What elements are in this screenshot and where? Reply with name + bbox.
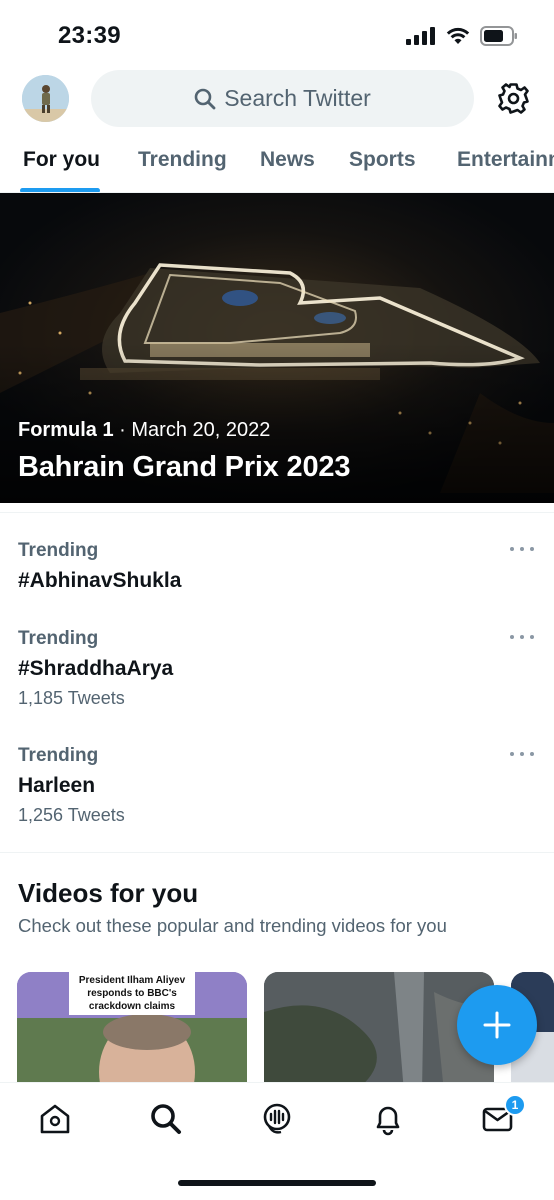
spaces-icon bbox=[263, 1103, 291, 1134]
trend-item[interactable]: Trending Harleen 1,256 Tweets bbox=[0, 745, 554, 835]
search-icon bbox=[194, 88, 216, 109]
trend-context: Trending bbox=[18, 540, 99, 561]
notifications-bell-icon bbox=[376, 1106, 400, 1136]
compose-tweet-button[interactable] bbox=[457, 985, 537, 1065]
status-bar: 23:39 bbox=[0, 0, 554, 64]
home-indicator[interactable] bbox=[178, 1180, 376, 1186]
tab-entertainment[interactable]: Entertainment bbox=[457, 148, 554, 172]
home-icon bbox=[40, 1104, 70, 1134]
tab-trending[interactable]: Trending bbox=[138, 148, 227, 172]
trend-item[interactable]: Trending #ShraddhaArya 1,185 Tweets bbox=[0, 628, 554, 718]
trend-name: #ShraddhaArya bbox=[18, 657, 174, 680]
section-divider bbox=[0, 852, 554, 853]
header: Search Twitter bbox=[0, 70, 554, 128]
nav-spaces[interactable] bbox=[259, 1101, 295, 1137]
plus-icon bbox=[483, 1011, 511, 1039]
status-time: 23:39 bbox=[58, 22, 121, 49]
tab-news[interactable]: News bbox=[260, 148, 315, 172]
status-icons bbox=[406, 26, 518, 46]
trend-name: Harleen bbox=[18, 774, 96, 797]
more-options-icon[interactable] bbox=[510, 630, 534, 644]
trend-name: #AbhinavShukla bbox=[18, 569, 182, 592]
hero-separator: · bbox=[119, 419, 126, 441]
search-input[interactable]: Search Twitter bbox=[91, 70, 474, 127]
hero-date: March 20, 2022 bbox=[131, 419, 271, 441]
hero-divider bbox=[0, 512, 554, 513]
hero-meta: Formula 1 · March 20, 2022 bbox=[18, 419, 270, 442]
wifi-icon bbox=[446, 27, 470, 44]
videos-section-title: Videos for you bbox=[18, 878, 199, 908]
search-icon bbox=[151, 1104, 181, 1134]
tab-for-you[interactable]: For you bbox=[23, 148, 100, 172]
hero-category: Formula 1 bbox=[18, 419, 114, 441]
trend-context: Trending bbox=[18, 628, 99, 649]
cellular-signal-icon bbox=[406, 27, 435, 45]
more-options-icon[interactable] bbox=[510, 747, 534, 761]
explore-tabs: For you Trending News Sports Entertainme… bbox=[0, 136, 554, 193]
battery-icon bbox=[480, 26, 517, 46]
featured-event-card[interactable]: Formula 1 · March 20, 2022 Bahrain Grand… bbox=[0, 193, 554, 503]
video-card[interactable]: President Ilham Aliyev responds to BBC's… bbox=[17, 972, 247, 1092]
profile-avatar[interactable] bbox=[22, 75, 69, 122]
search-placeholder: Search Twitter bbox=[224, 85, 371, 111]
messages-badge: 1 bbox=[504, 1094, 526, 1116]
videos-section-subtitle: Check out these popular and trending vid… bbox=[18, 915, 447, 936]
more-options-icon[interactable] bbox=[510, 542, 534, 556]
trend-context: Trending bbox=[18, 745, 99, 766]
nav-home[interactable] bbox=[37, 1101, 73, 1137]
avatar-image bbox=[22, 75, 69, 122]
gear-icon bbox=[498, 83, 529, 114]
video-caption: President Ilham Aliyev responds to BBC's… bbox=[69, 972, 195, 1015]
nav-notifications[interactable] bbox=[370, 1101, 406, 1137]
nav-search[interactable] bbox=[148, 1101, 184, 1137]
hero-title: Bahrain Grand Prix 2023 bbox=[18, 451, 351, 483]
trend-tweet-count: 1,185 Tweets bbox=[18, 688, 125, 708]
tab-sports[interactable]: Sports bbox=[349, 148, 416, 172]
settings-button[interactable] bbox=[497, 82, 530, 115]
trend-item[interactable]: Trending #AbhinavShukla bbox=[0, 540, 554, 610]
trend-tweet-count: 1,256 Tweets bbox=[18, 805, 125, 825]
